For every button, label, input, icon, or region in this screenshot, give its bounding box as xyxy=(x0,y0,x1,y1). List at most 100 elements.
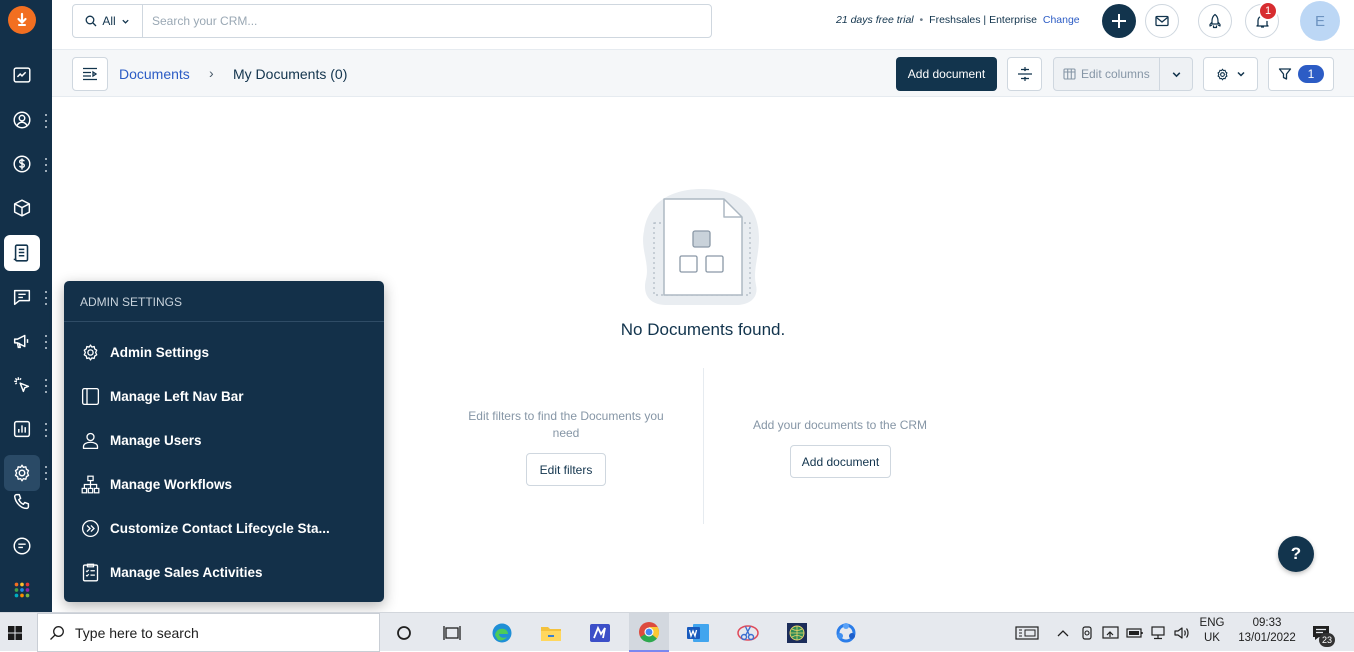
chart-icon xyxy=(13,420,31,438)
nav-deals[interactable] xyxy=(4,146,40,182)
taskbar-file-explorer[interactable] xyxy=(531,613,571,652)
nav-app-switcher[interactable] xyxy=(4,572,40,608)
admin-item-label: Admin Settings xyxy=(110,344,210,360)
nav-documents[interactable] xyxy=(4,235,40,271)
filter-icon xyxy=(1278,68,1292,80)
admin-item-label: Manage Sales Activities xyxy=(110,564,263,580)
row-density-button[interactable] xyxy=(1007,57,1042,91)
tray-meet[interactable] xyxy=(1101,613,1121,652)
taskbar-word[interactable] xyxy=(678,613,718,652)
cloud-app-icon xyxy=(836,622,856,642)
clock-time: 09:33 xyxy=(1252,617,1282,629)
tray-network[interactable] xyxy=(1149,613,1169,652)
nav-conversations[interactable] xyxy=(4,279,40,315)
user-avatar[interactable]: E xyxy=(1300,1,1340,41)
help-button[interactable]: ? xyxy=(1278,536,1314,572)
app-grid-icon xyxy=(14,582,30,598)
admin-item-manage-sales-activities[interactable]: Manage Sales Activities xyxy=(80,558,370,586)
nav-web-tracking-more[interactable] xyxy=(44,379,48,393)
freshsales-logo[interactable] xyxy=(8,6,36,34)
action-center-badge: 23 xyxy=(1319,633,1335,647)
whats-new-button[interactable] xyxy=(1198,4,1232,38)
taskbar-search[interactable]: Type here to search xyxy=(37,613,380,652)
top-header: All 21 days free trial • Freshsales | En… xyxy=(52,0,1354,50)
nav-contacts[interactable] xyxy=(4,102,40,138)
start-button[interactable] xyxy=(0,613,30,652)
nav-contacts-more[interactable] xyxy=(44,114,48,128)
edit-columns-label-wrap[interactable]: Edit columns xyxy=(1054,58,1160,90)
nav-reports[interactable] xyxy=(4,411,40,447)
edit-filters-button[interactable]: Edit filters xyxy=(526,453,606,486)
tray-volume[interactable] xyxy=(1172,613,1192,652)
tray-clock[interactable]: 09:33 13/01/2022 xyxy=(1232,616,1302,646)
windows-taskbar: Type here to search ENG UK 09:33 13/01/2… xyxy=(0,612,1354,652)
taskbar-snipping-tool[interactable] xyxy=(728,613,768,652)
add-document-button[interactable]: Add document xyxy=(896,57,997,91)
edit-columns-label: Edit columns xyxy=(1081,67,1150,81)
checklist-icon xyxy=(82,563,99,581)
sidebar-toggle-button[interactable] xyxy=(72,57,108,91)
search-scope-dropdown[interactable]: All xyxy=(73,5,143,37)
breadcrumb-separator: › xyxy=(209,65,214,81)
search-icon xyxy=(50,625,64,640)
lifecycle-icon xyxy=(81,519,100,537)
change-plan-link[interactable]: Change xyxy=(1043,14,1080,26)
quick-add-button[interactable] xyxy=(1102,4,1136,38)
view-settings-button[interactable] xyxy=(1203,57,1258,91)
mail-button[interactable] xyxy=(1145,4,1179,38)
admin-item-contact-lifecycle[interactable]: Customize Contact Lifecycle Sta... xyxy=(80,514,370,542)
admin-item-manage-workflows[interactable]: Manage Workflows xyxy=(80,470,370,498)
battery-icon xyxy=(1126,627,1143,638)
edit-columns-button[interactable]: Edit columns xyxy=(1053,57,1193,91)
nav-web-tracking[interactable] xyxy=(4,367,40,403)
admin-item-manage-users[interactable]: Manage Users xyxy=(80,426,370,454)
document-icon xyxy=(13,244,29,262)
nav-campaigns-more[interactable] xyxy=(44,335,48,349)
taskbar-app-m[interactable] xyxy=(580,613,620,652)
tray-battery[interactable] xyxy=(1125,613,1145,652)
taskbar-edge[interactable] xyxy=(482,613,522,652)
breadcrumb-documents[interactable]: Documents xyxy=(119,66,190,82)
edit-columns-dropdown[interactable] xyxy=(1160,69,1192,80)
nav-products[interactable] xyxy=(4,190,40,226)
gear-icon xyxy=(14,464,30,482)
taskbar-search-placeholder: Type here to search xyxy=(75,624,199,641)
nav-reports-more[interactable] xyxy=(44,423,48,437)
edit-filters-hint: Edit filters to find the Documents you n… xyxy=(468,409,664,440)
nav-phone[interactable] xyxy=(4,484,40,520)
taskbar-copilot-app[interactable] xyxy=(826,613,866,652)
nav-campaigns[interactable] xyxy=(4,323,40,359)
empty-documents-illustration xyxy=(643,189,759,305)
taskbar-cortana[interactable] xyxy=(384,613,424,652)
windows-logo-icon xyxy=(8,625,22,640)
taskbar-chrome[interactable] xyxy=(629,613,669,652)
search-icon xyxy=(85,15,97,27)
admin-item-manage-left-nav[interactable]: Manage Left Nav Bar xyxy=(80,382,370,410)
folder-icon xyxy=(541,626,561,641)
user-icon xyxy=(82,432,99,449)
search-input[interactable] xyxy=(143,5,711,37)
taskbar-globe-app[interactable] xyxy=(777,613,817,652)
trial-days: 21 days free trial xyxy=(836,14,914,26)
admin-menu-header: ADMIN SETTINGS xyxy=(64,281,384,322)
tray-location[interactable] xyxy=(1078,613,1096,652)
tray-input-indicator[interactable] xyxy=(1012,613,1042,652)
cursor-click-icon xyxy=(14,377,30,393)
nav-dashboards[interactable] xyxy=(4,57,40,93)
m-app-icon xyxy=(590,623,610,642)
admin-item-label: Customize Contact Lifecycle Sta... xyxy=(110,520,330,536)
nav-conversations-more[interactable] xyxy=(44,291,48,305)
globe-app-icon xyxy=(787,622,807,643)
nav-admin-more[interactable] xyxy=(44,466,48,480)
tray-show-hidden[interactable] xyxy=(1054,613,1072,652)
freshsales-app: All 21 days free trial • Freshsales | En… xyxy=(0,0,1354,612)
nav-deals-more[interactable] xyxy=(44,158,48,172)
add-document-secondary-button[interactable]: Add document xyxy=(790,445,891,478)
plan-name: Freshsales | Enterprise xyxy=(929,14,1037,26)
nav-notes[interactable] xyxy=(4,528,40,564)
filter-button[interactable]: 1 xyxy=(1268,57,1334,91)
admin-item-admin-settings[interactable]: Admin Settings xyxy=(80,338,370,366)
taskbar-task-view[interactable] xyxy=(432,613,472,652)
contacts-icon xyxy=(13,111,31,129)
tray-language[interactable]: ENG UK xyxy=(1196,616,1228,646)
